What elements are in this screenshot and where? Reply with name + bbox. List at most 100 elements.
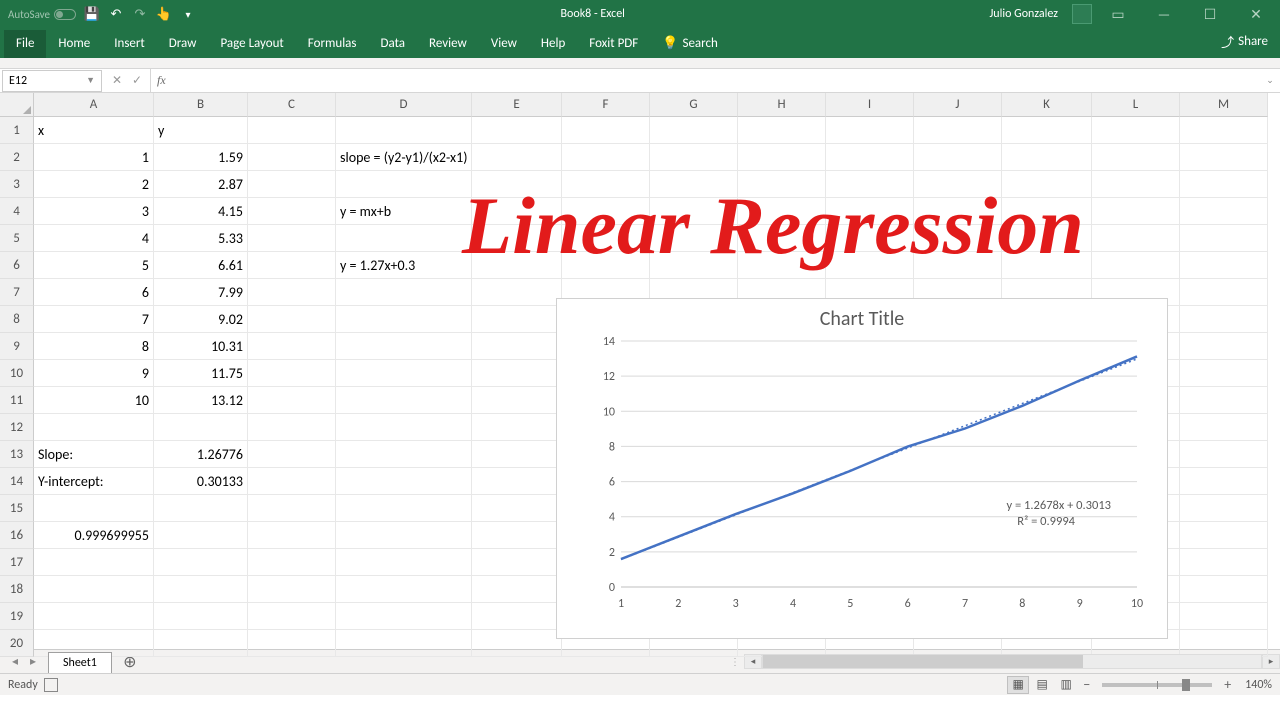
cell-B15[interactable] — [154, 495, 248, 522]
save-icon[interactable]: 💾 — [84, 6, 100, 22]
cell-M15[interactable] — [1180, 495, 1268, 522]
row-header-2[interactable]: 2 — [0, 144, 34, 171]
cell-M4[interactable] — [1180, 198, 1268, 225]
row-header-13[interactable]: 13 — [0, 441, 34, 468]
cell-M17[interactable] — [1180, 549, 1268, 576]
zoom-thumb[interactable] — [1182, 679, 1190, 691]
cell-M18[interactable] — [1180, 576, 1268, 603]
row-header-15[interactable]: 15 — [0, 495, 34, 522]
cell-M10[interactable] — [1180, 360, 1268, 387]
cell-J4[interactable] — [914, 198, 1002, 225]
cell-E7[interactable] — [472, 279, 562, 306]
cell-M16[interactable] — [1180, 522, 1268, 549]
cell-C6[interactable] — [248, 252, 336, 279]
cell-D5[interactable] — [336, 225, 472, 252]
cell-L3[interactable] — [1092, 171, 1180, 198]
cell-J6[interactable] — [914, 252, 1002, 279]
cell-D14[interactable] — [336, 468, 472, 495]
cell-A2[interactable]: 1 — [34, 144, 154, 171]
cell-C2[interactable] — [248, 144, 336, 171]
cell-K4[interactable] — [1002, 198, 1092, 225]
cell-M19[interactable] — [1180, 603, 1268, 630]
embedded-chart[interactable]: Chart Title 0246810121412345678910y = 1.… — [556, 298, 1168, 639]
cell-E20[interactable] — [472, 630, 562, 657]
cell-A5[interactable]: 4 — [34, 225, 154, 252]
cell-D3[interactable] — [336, 171, 472, 198]
cell-E13[interactable] — [472, 441, 562, 468]
cell-B4[interactable]: 4.15 — [154, 198, 248, 225]
cell-L4[interactable] — [1092, 198, 1180, 225]
cell-M6[interactable] — [1180, 252, 1268, 279]
cell-J1[interactable] — [914, 117, 1002, 144]
row-header-11[interactable]: 11 — [0, 387, 34, 414]
ribbon-display-icon[interactable]: ▭ — [1098, 0, 1138, 28]
cell-C4[interactable] — [248, 198, 336, 225]
tab-draw[interactable]: Draw — [157, 30, 209, 58]
tab-file[interactable]: File — [4, 30, 46, 58]
cell-A10[interactable]: 9 — [34, 360, 154, 387]
cell-B17[interactable] — [154, 549, 248, 576]
share-button[interactable]: ⤴ Share — [1209, 26, 1280, 58]
tab-insert[interactable]: Insert — [102, 30, 157, 58]
qat-dropdown-icon[interactable]: ▾ — [180, 6, 196, 22]
cell-C12[interactable] — [248, 414, 336, 441]
cell-D16[interactable] — [336, 522, 472, 549]
row-header-18[interactable]: 18 — [0, 576, 34, 603]
name-box[interactable]: E12 ▼ — [2, 70, 102, 92]
cell-C10[interactable] — [248, 360, 336, 387]
tab-view[interactable]: View — [479, 30, 529, 58]
cell-D19[interactable] — [336, 603, 472, 630]
cell-B7[interactable]: 7.99 — [154, 279, 248, 306]
redo-icon[interactable]: ↷ — [132, 6, 148, 22]
cell-E14[interactable] — [472, 468, 562, 495]
row-header-5[interactable]: 5 — [0, 225, 34, 252]
col-header-L[interactable]: L — [1092, 93, 1180, 117]
row-header-9[interactable]: 9 — [0, 333, 34, 360]
formula-input[interactable] — [172, 69, 1260, 92]
cell-M13[interactable] — [1180, 441, 1268, 468]
cell-M8[interactable] — [1180, 306, 1268, 333]
avatar[interactable] — [1072, 4, 1092, 24]
tab-formulas[interactable]: Formulas — [296, 30, 369, 58]
col-header-M[interactable]: M — [1180, 93, 1268, 117]
cell-B14[interactable]: 0.30133 — [154, 468, 248, 495]
cell-B1[interactable]: y — [154, 117, 248, 144]
cell-M12[interactable] — [1180, 414, 1268, 441]
cell-D11[interactable] — [336, 387, 472, 414]
zoom-slider[interactable] — [1102, 683, 1212, 687]
cell-A14[interactable]: Y-intercept: — [34, 468, 154, 495]
cell-A12[interactable] — [34, 414, 154, 441]
macro-record-icon[interactable] — [44, 678, 58, 692]
cell-B18[interactable] — [154, 576, 248, 603]
cell-L6[interactable] — [1092, 252, 1180, 279]
cell-A19[interactable] — [34, 603, 154, 630]
cell-M11[interactable] — [1180, 387, 1268, 414]
cell-K3[interactable] — [1002, 171, 1092, 198]
cell-D8[interactable] — [336, 306, 472, 333]
cell-A3[interactable]: 2 — [34, 171, 154, 198]
cell-A15[interactable] — [34, 495, 154, 522]
cell-F6[interactable] — [562, 252, 650, 279]
cell-B8[interactable]: 9.02 — [154, 306, 248, 333]
cell-E6[interactable] — [472, 252, 562, 279]
cell-C19[interactable] — [248, 603, 336, 630]
cell-I4[interactable] — [826, 198, 914, 225]
cell-C14[interactable] — [248, 468, 336, 495]
cell-A16[interactable]: 0.999699955 — [34, 522, 154, 549]
col-header-F[interactable]: F — [562, 93, 650, 117]
cell-H5[interactable] — [738, 225, 826, 252]
col-header-H[interactable]: H — [738, 93, 826, 117]
cell-D13[interactable] — [336, 441, 472, 468]
cell-K5[interactable] — [1002, 225, 1092, 252]
cell-D12[interactable] — [336, 414, 472, 441]
col-header-D[interactable]: D — [336, 93, 472, 117]
name-box-dropdown-icon[interactable]: ▼ — [86, 75, 95, 86]
cell-A7[interactable]: 6 — [34, 279, 154, 306]
cell-B3[interactable]: 2.87 — [154, 171, 248, 198]
cell-E12[interactable] — [472, 414, 562, 441]
select-all-button[interactable] — [0, 93, 34, 117]
col-header-C[interactable]: C — [248, 93, 336, 117]
cell-I6[interactable] — [826, 252, 914, 279]
cell-A18[interactable] — [34, 576, 154, 603]
cell-A13[interactable]: Slope: — [34, 441, 154, 468]
